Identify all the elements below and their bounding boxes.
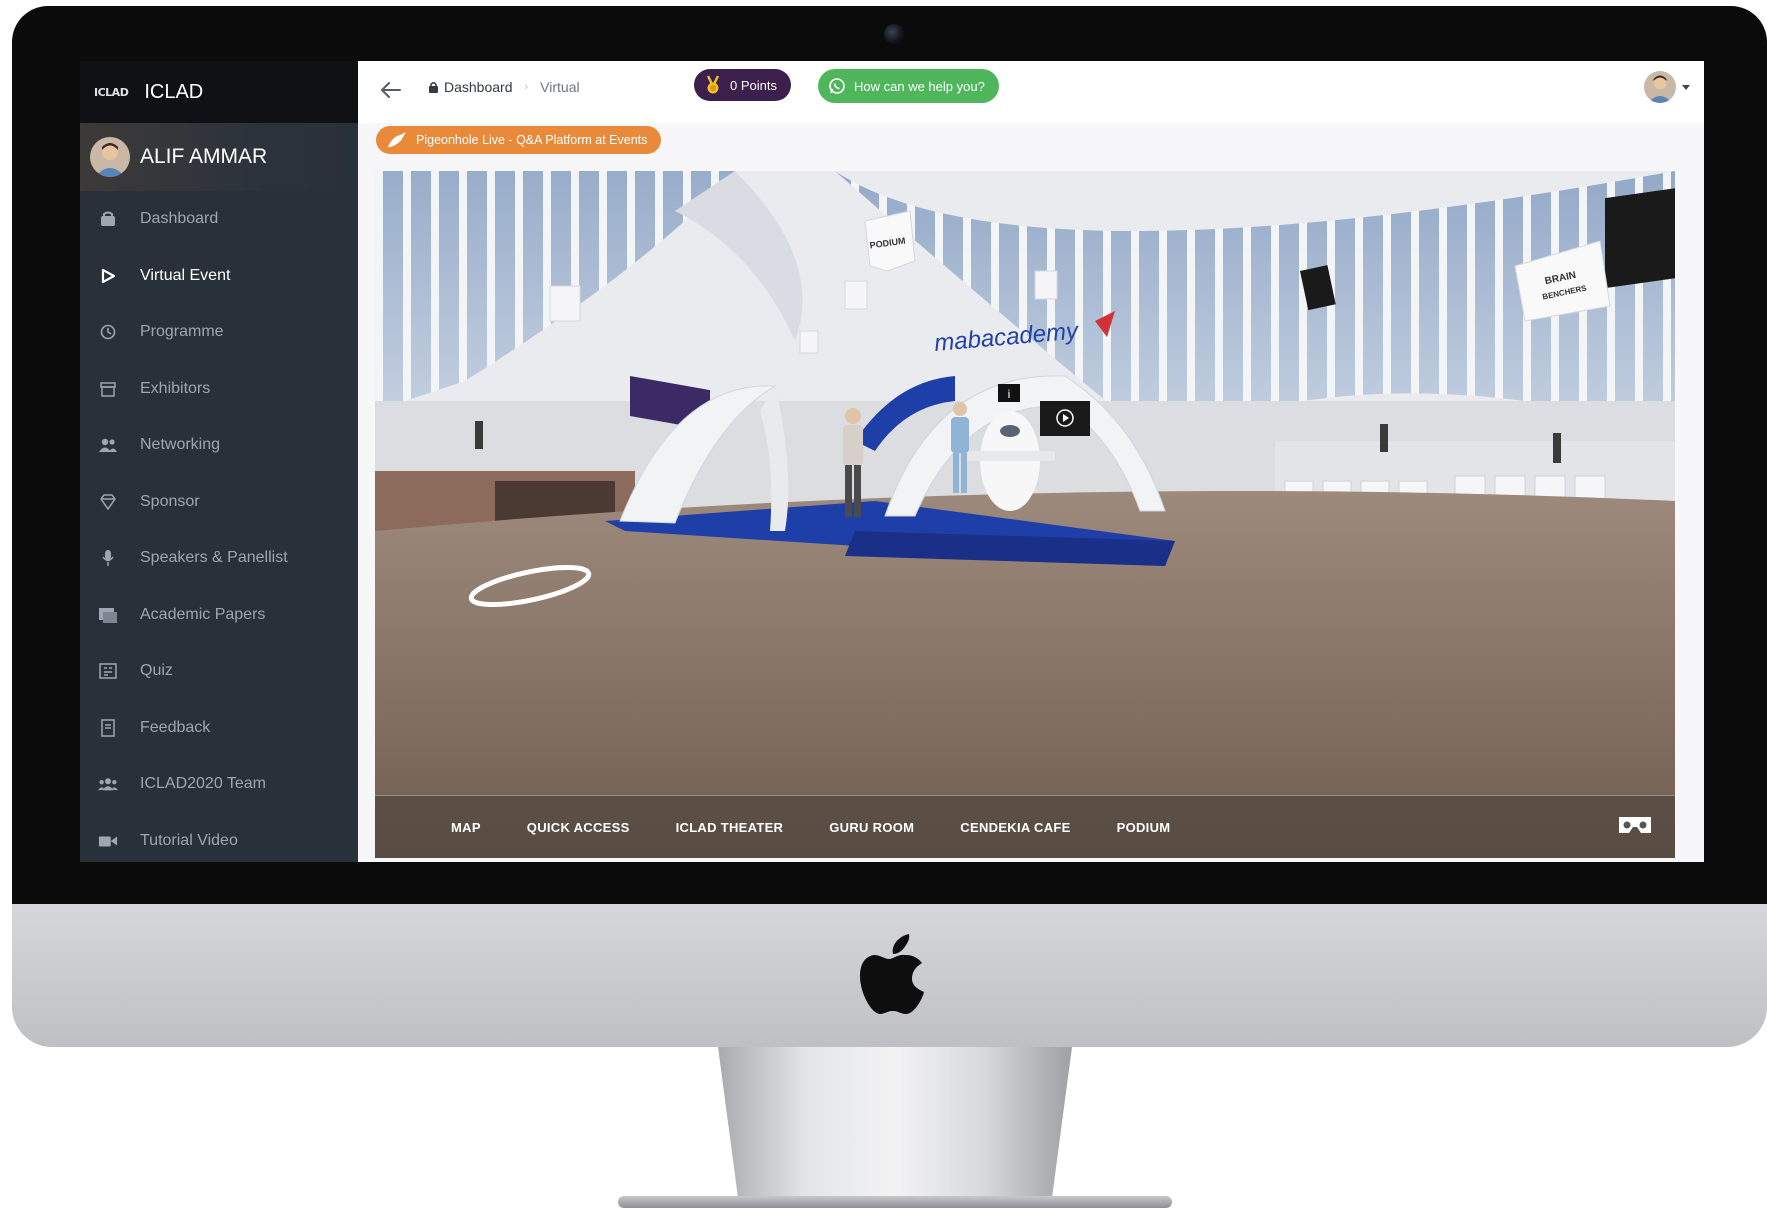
tab-quick-access[interactable]: QUICK ACCESS bbox=[527, 820, 630, 835]
sidebar-item-label: Programme bbox=[140, 323, 224, 341]
medal-icon bbox=[706, 75, 720, 94]
sidebar-item-label: Virtual Event bbox=[140, 266, 231, 284]
sidebar-item-sponsor[interactable]: Sponsor bbox=[80, 474, 358, 531]
sidebar-item-academic-papers[interactable]: Academic Papers bbox=[80, 587, 358, 644]
virtual-tour-viewer[interactable]: i mabacademy PODIUM BRAIN BENCHERS MAP Q… bbox=[375, 171, 1675, 858]
tab-guru-room[interactable]: GURU ROOM bbox=[829, 820, 914, 835]
feedback-icon bbox=[98, 718, 118, 738]
lock-icon bbox=[429, 82, 438, 93]
profile-menu[interactable] bbox=[1644, 71, 1690, 103]
sidebar-item-label: Exhibitors bbox=[140, 379, 211, 397]
sidebar-item-label: Tutorial Video bbox=[140, 831, 238, 849]
screen: ICLAD ICLAD ALIF AMMAR Dashboard Virtual… bbox=[80, 61, 1704, 862]
user-profile[interactable]: ALIF AMMAR bbox=[80, 123, 358, 191]
virtual-hall-scene: i mabacademy PODIUM BRAIN BENCHERS bbox=[375, 171, 1675, 858]
viewer-nav-bar: MAP QUICK ACCESS ICLAD THEATER GURU ROOM… bbox=[375, 795, 1675, 858]
dashboard-icon bbox=[98, 209, 118, 229]
sidebar-item-tutorial-video[interactable]: Tutorial Video bbox=[80, 813, 358, 863]
sidebar-item-programme[interactable]: Programme bbox=[80, 304, 358, 361]
breadcrumb: Dashboard › Virtual bbox=[428, 79, 580, 95]
whatsapp-icon bbox=[829, 78, 845, 94]
sidebar-item-virtual-event[interactable]: Virtual Event bbox=[80, 248, 358, 305]
microphone-icon bbox=[98, 548, 118, 568]
help-button[interactable]: How can we help you? bbox=[818, 69, 999, 103]
breadcrumb-dashboard[interactable]: Dashboard bbox=[428, 79, 513, 95]
pigeonhole-label: Pigeonhole Live - Q&A Platform at Events bbox=[416, 133, 648, 147]
sidebar-item-networking[interactable]: Networking bbox=[80, 417, 358, 474]
sidebar-item-label: Networking bbox=[140, 436, 221, 454]
pigeonhole-button[interactable]: Pigeonhole Live - Q&A Platform at Events bbox=[376, 126, 662, 154]
brand-bar: ICLAD ICLAD bbox=[80, 61, 358, 123]
sidebar: ICLAD ICLAD ALIF AMMAR Dashboard Virtual… bbox=[80, 61, 358, 862]
breadcrumb-label: Dashboard bbox=[444, 79, 513, 95]
chevron-down-icon bbox=[1682, 84, 1690, 90]
video-camera-icon bbox=[98, 831, 118, 851]
sidebar-item-label: ICLAD2020 Team bbox=[140, 775, 266, 793]
team-icon bbox=[98, 774, 118, 794]
sidebar-item-exhibitors[interactable]: Exhibitors bbox=[80, 361, 358, 418]
sidebar-item-label: Sponsor bbox=[140, 492, 200, 510]
tab-map[interactable]: MAP bbox=[451, 820, 481, 835]
diamond-icon bbox=[98, 492, 118, 512]
sidebar-item-label: Speakers & Panellist bbox=[140, 549, 288, 567]
tab-podium[interactable]: PODIUM bbox=[1117, 820, 1171, 835]
apple-logo-icon bbox=[860, 934, 924, 1014]
tab-iclad-theater[interactable]: ICLAD THEATER bbox=[676, 820, 784, 835]
avatar bbox=[90, 137, 130, 177]
camera-icon bbox=[884, 24, 904, 44]
bird-icon bbox=[388, 132, 406, 147]
brand-logo: ICLAD bbox=[94, 85, 129, 99]
sidebar-item-quiz[interactable]: Quiz bbox=[80, 643, 358, 700]
vr-headset-icon[interactable] bbox=[1617, 813, 1653, 839]
sidebar-item-label: Academic Papers bbox=[140, 605, 266, 623]
tab-cendekia-cafe[interactable]: CENDEKIA CAFE bbox=[960, 820, 1070, 835]
avatar bbox=[1644, 71, 1676, 103]
breadcrumb-virtual: Virtual bbox=[540, 79, 580, 95]
monitor-stand-base bbox=[618, 1196, 1172, 1208]
user-name: ALIF AMMAR bbox=[140, 145, 268, 168]
brand-name: ICLAD bbox=[144, 80, 204, 103]
sidebar-item-dashboard[interactable]: Dashboard bbox=[80, 191, 358, 248]
sidebar-item-label: Feedback bbox=[140, 718, 211, 736]
points-label: 0 Points bbox=[730, 77, 777, 93]
points-badge[interactable]: 0 Points bbox=[694, 69, 791, 101]
users-icon bbox=[98, 435, 118, 455]
booth-icon bbox=[98, 379, 118, 399]
back-arrow-icon[interactable] bbox=[378, 77, 404, 103]
monitor-stand bbox=[718, 1047, 1072, 1207]
help-label: How can we help you? bbox=[854, 78, 985, 94]
sidebar-item-speakers[interactable]: Speakers & Panellist bbox=[80, 530, 358, 587]
sidebar-item-team[interactable]: ICLAD2020 Team bbox=[80, 756, 358, 813]
sidebar-item-label: Dashboard bbox=[140, 210, 219, 228]
clock-icon bbox=[98, 322, 118, 342]
quiz-icon bbox=[98, 661, 118, 681]
sidebar-item-label: Quiz bbox=[140, 662, 173, 680]
info-icon[interactable]: i bbox=[1008, 387, 1011, 401]
papers-icon bbox=[98, 605, 118, 625]
breadcrumb-separator: › bbox=[524, 81, 529, 93]
sidebar-item-feedback[interactable]: Feedback bbox=[80, 700, 358, 757]
play-icon bbox=[98, 266, 118, 286]
top-bar: Dashboard › Virtual 0 Points How can we … bbox=[358, 61, 1704, 123]
